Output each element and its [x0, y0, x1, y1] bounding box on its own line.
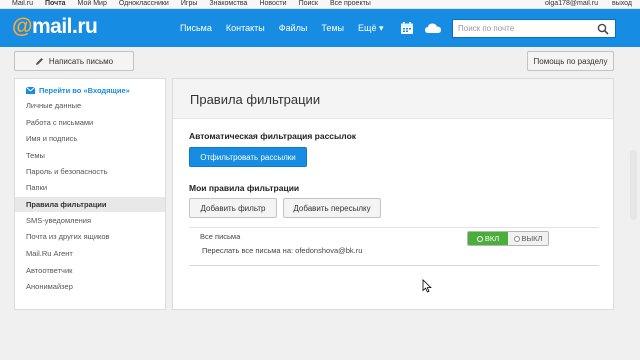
sidebar-item-filter-rules[interactable]: Правила фильтрации	[26, 200, 107, 209]
rule-action: Переслать все письма на: ofedonshova@bk.…	[202, 246, 363, 255]
portal-link-dating[interactable]: Знакомства	[209, 0, 247, 8]
scrollbar[interactable]	[630, 150, 637, 220]
portal-user-area: olga178@mail.ru выход	[545, 0, 632, 8]
mouse-cursor-icon	[422, 279, 432, 293]
calendar-icon[interactable]	[400, 21, 414, 35]
header: @mail.ru Письма Контакты Файлы Темы Ещё …	[0, 9, 640, 47]
rule-name[interactable]: Все письма	[200, 232, 240, 241]
portal-links: Mail.ru Почта Мой Мир Одноклассники Игры…	[12, 0, 371, 8]
user-email[interactable]: olga178@mail.ru	[545, 0, 598, 8]
portal-link-news[interactable]: Новости	[259, 0, 286, 8]
settings-sidebar: Перейти во «Входящие» Личные данные Рабо…	[14, 78, 166, 310]
help-label: Помощь по разделу	[533, 56, 608, 66]
filter-newsletters-button[interactable]: Отфильтровать рассылки	[189, 147, 307, 167]
sidebar-item-security[interactable]: Пароль и безопасность	[26, 167, 108, 176]
nav-more[interactable]: Ещё ▾	[358, 23, 383, 34]
sidebar-item-autoreply[interactable]: Автоответчик	[26, 266, 72, 275]
toggle-off-option[interactable]: ВЫКЛ	[508, 232, 548, 245]
sidebar-item-letters[interactable]: Работа с письмами	[26, 118, 93, 127]
sidebar-item-sms[interactable]: SMS-уведомления	[26, 216, 91, 225]
sidebar-item-other-mailboxes[interactable]: Почта из других ящиков	[26, 232, 110, 241]
search-field[interactable]: Поиск по почте	[452, 19, 616, 38]
my-rules-heading: Мои правила фильтрации	[189, 183, 300, 193]
portal-link-ok[interactable]: Одноклассники	[119, 0, 169, 8]
portal-link-mail[interactable]: Почта	[45, 0, 66, 8]
sidebar-item-folders[interactable]: Папки	[26, 183, 47, 192]
pencil-icon	[35, 57, 43, 65]
portal-link-all-projects[interactable]: Все проекты	[330, 0, 371, 8]
rule-toggle[interactable]: ВКЛ ВЫКЛ	[467, 231, 549, 246]
radio-unselected-icon	[513, 235, 520, 242]
auto-filter-heading: Автоматическая фильтрация рассылок	[189, 131, 357, 141]
sidebar-item-name-signature[interactable]: Имя и подпись	[26, 134, 77, 143]
mailru-logo[interactable]: @mail.ru	[12, 15, 98, 39]
nav-letters[interactable]: Письма	[180, 23, 212, 33]
divider	[189, 227, 599, 228]
nav-files[interactable]: Файлы	[279, 23, 308, 33]
portal-link-mailru[interactable]: Mail.ru	[12, 0, 33, 8]
compose-label: Написать письмо	[48, 56, 114, 66]
sidebar-item-agent[interactable]: Mail.Ru Агент	[26, 249, 73, 258]
add-filter-button[interactable]: Добавить фильтр	[189, 198, 277, 218]
sidebar-item-themes[interactable]: Темы	[26, 151, 45, 160]
add-forward-button[interactable]: Добавить пересылку	[283, 198, 381, 218]
page-title: Правила фильтрации	[190, 92, 321, 107]
divider	[189, 265, 599, 266]
portal-link-games[interactable]: Игры	[181, 0, 198, 8]
nav-themes[interactable]: Темы	[321, 23, 344, 33]
back-to-inbox-link[interactable]: Перейти во «Входящие»	[26, 86, 130, 95]
compose-button[interactable]: Написать письмо	[14, 51, 134, 71]
filter-rules-panel: Правила фильтрации Автоматическая фильтр…	[172, 78, 614, 310]
portal-bar: Mail.ru Почта Мой Мир Одноклассники Игры…	[0, 0, 640, 9]
sidebar-item-personal[interactable]: Личные данные	[26, 101, 81, 110]
help-button[interactable]: Помощь по разделу	[527, 51, 614, 71]
sidebar-item-anonymizer[interactable]: Анонимайзер	[26, 282, 73, 291]
main-nav: Письма Контакты Файлы Темы Ещё ▾	[180, 9, 383, 47]
nav-contacts[interactable]: Контакты	[226, 23, 265, 33]
search-icon[interactable]	[597, 23, 609, 35]
search-placeholder: Поиск по почте	[458, 24, 515, 33]
title-band: Правила фильтрации	[173, 79, 613, 119]
radio-selected-icon	[476, 235, 483, 242]
cloud-icon[interactable]	[424, 21, 442, 35]
toggle-on-option[interactable]: ВКЛ	[468, 232, 508, 245]
portal-link-myworld[interactable]: Мой Мир	[78, 0, 107, 8]
envelope-icon	[26, 87, 35, 94]
portal-link-search[interactable]: Поиск	[299, 0, 318, 8]
logout-link[interactable]: выход	[612, 0, 632, 8]
